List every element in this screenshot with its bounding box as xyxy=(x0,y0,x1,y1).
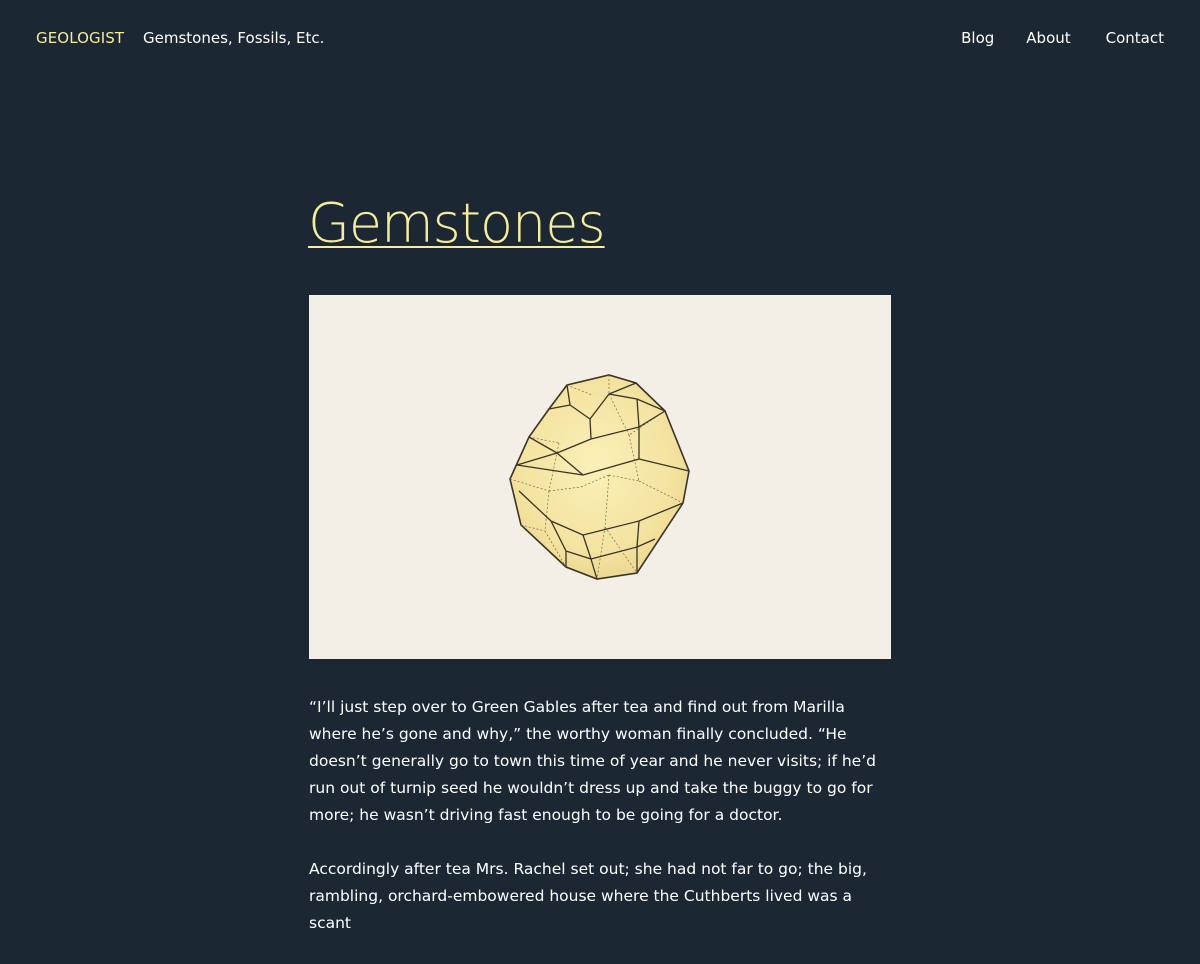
site-tagline: Gemstones, Fossils, Etc. xyxy=(143,29,325,47)
nav-link-blog[interactable]: Blog xyxy=(961,29,994,47)
gemstone-crystal-illustration xyxy=(509,374,690,580)
primary-nav: Blog About Contact xyxy=(961,29,1164,47)
nav-link-about[interactable]: About xyxy=(1026,29,1070,47)
article-body: “I’ll just step over to Green Gables aft… xyxy=(309,694,891,964)
site-brand-link[interactable]: GEOLOGIST xyxy=(36,29,124,47)
nav-link-contact[interactable]: Contact xyxy=(1106,29,1164,47)
paragraph: Accordingly after tea Mrs. Rachel set ou… xyxy=(309,860,867,932)
featured-image xyxy=(309,295,891,659)
page-title[interactable]: Gemstones xyxy=(308,190,606,258)
site-header: GEOLOGIST Gemstones, Fossils, Etc. Blog … xyxy=(0,0,1200,76)
page-title-text: Gemstones xyxy=(308,192,606,255)
paragraph: “I’ll just step over to Green Gables aft… xyxy=(309,698,876,824)
